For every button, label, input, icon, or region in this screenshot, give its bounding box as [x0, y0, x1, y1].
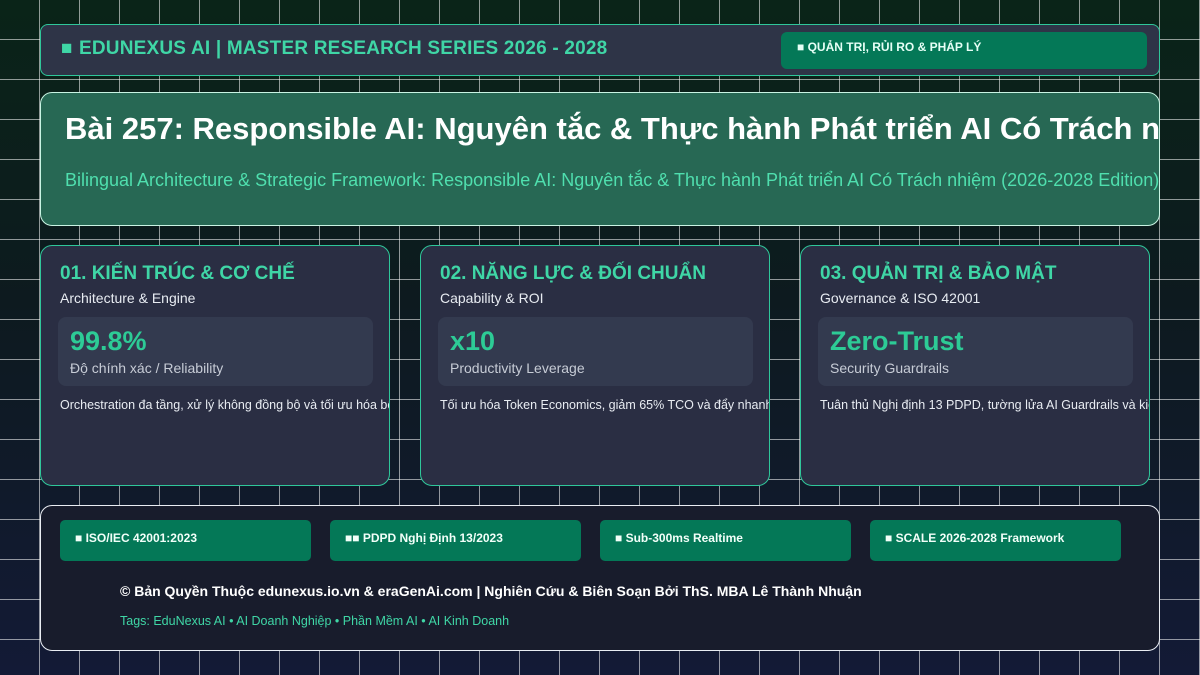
metric-value: 99.8% — [70, 326, 147, 356]
page-subtitle: Bilingual Architecture & Strategic Frame… — [65, 170, 1160, 190]
badge-icon: ■ — [797, 40, 805, 54]
card-architecture: 01. KIẾN TRÚC & CƠ CHẾ Architecture & En… — [40, 245, 390, 486]
metric-label: Security Guardrails — [830, 360, 950, 376]
metric-box: 99.8% Độ chính xác / Reliability — [58, 317, 373, 386]
tag-iso[interactable]: ■ ISO/IEC 42001:2023 — [60, 520, 311, 561]
card-governance: 03. QUẢN TRỊ & BẢO MẬT Governance & ISO … — [800, 245, 1150, 486]
brand-title: ■ EDUNEXUS AI | MASTER RESEARCH SERIES 20… — [61, 38, 607, 60]
tag-icon: ■■ — [345, 531, 360, 545]
hero-panel: Bài 257: Responsible AI: Nguyên tắc & Th… — [40, 92, 1160, 226]
tag-realtime[interactable]: ■ Sub-300ms Realtime — [600, 520, 851, 561]
card-description: Tối ưu hóa Token Economics, giảm 65% TCO… — [440, 398, 770, 412]
card-title: 03. QUẢN TRỊ & BẢO MẬT — [820, 263, 1057, 284]
tag-label: SCALE 2026-2028 Framework — [895, 531, 1065, 545]
card-title: 01. KIẾN TRÚC & CƠ CHẾ — [60, 263, 295, 284]
card-subtitle: Governance & ISO 42001 — [820, 290, 981, 306]
metric-box: Zero-Trust Security Guardrails — [818, 317, 1133, 386]
header-bar: ■ EDUNEXUS AI | MASTER RESEARCH SERIES 20… — [40, 24, 1160, 76]
tag-label: PDPD Nghị Định 13/2023 — [362, 531, 503, 545]
metric-label: Độ chính xác / Reliability — [70, 360, 224, 376]
card-subtitle: Capability & ROI — [440, 290, 544, 306]
tag-icon: ■ — [885, 531, 893, 545]
tag-scale[interactable]: ■ SCALE 2026-2028 Framework — [870, 520, 1121, 561]
card-description: Orchestration đa tầng, xử lý không đồng … — [60, 398, 390, 412]
card-subtitle: Architecture & Engine — [60, 290, 196, 306]
card-capability: 02. NĂNG LỰC & ĐỐI CHUẨN Capability & RO… — [420, 245, 770, 486]
footer-panel: ■ ISO/IEC 42001:2023 ■■ PDPD Nghị Định 1… — [40, 505, 1160, 651]
tag-label: ISO/IEC 42001:2023 — [85, 531, 197, 545]
tag-pdpd[interactable]: ■■ PDPD Nghị Định 13/2023 — [330, 520, 581, 561]
tags-line: Tags: EduNexus AI • AI Doanh Nghiệp • Ph… — [120, 614, 510, 628]
brand-text: EDUNEXUS AI | MASTER RESEARCH SERIES 202… — [79, 38, 608, 59]
copyright-text: © Bản Quyền Thuộc edunexus.io.vn & eraGe… — [120, 583, 862, 599]
card-title: 02. NĂNG LỰC & ĐỐI CHUẨN — [440, 263, 706, 284]
page-title: Bài 257: Responsible AI: Nguyên tắc & Th… — [65, 111, 1160, 146]
card-description: Tuân thủ Nghị định 13 PDPD, tường lửa AI… — [820, 398, 1149, 412]
metric-box: x10 Productivity Leverage — [438, 317, 753, 386]
tag-icon: ■ — [75, 531, 83, 545]
metric-value: x10 — [450, 326, 496, 356]
tag-icon: ■ — [615, 531, 623, 545]
metric-label: Productivity Leverage — [450, 360, 585, 376]
badge-label: QUẢN TRỊ, RỦI RO & PHÁP LÝ — [807, 40, 982, 54]
brand-icon: ■ — [61, 38, 73, 59]
metric-value: Zero-Trust — [830, 326, 964, 356]
category-badge[interactable]: ■ QUẢN TRỊ, RỦI RO & PHÁP LÝ — [781, 32, 1147, 69]
tag-label: Sub-300ms Realtime — [625, 531, 743, 545]
